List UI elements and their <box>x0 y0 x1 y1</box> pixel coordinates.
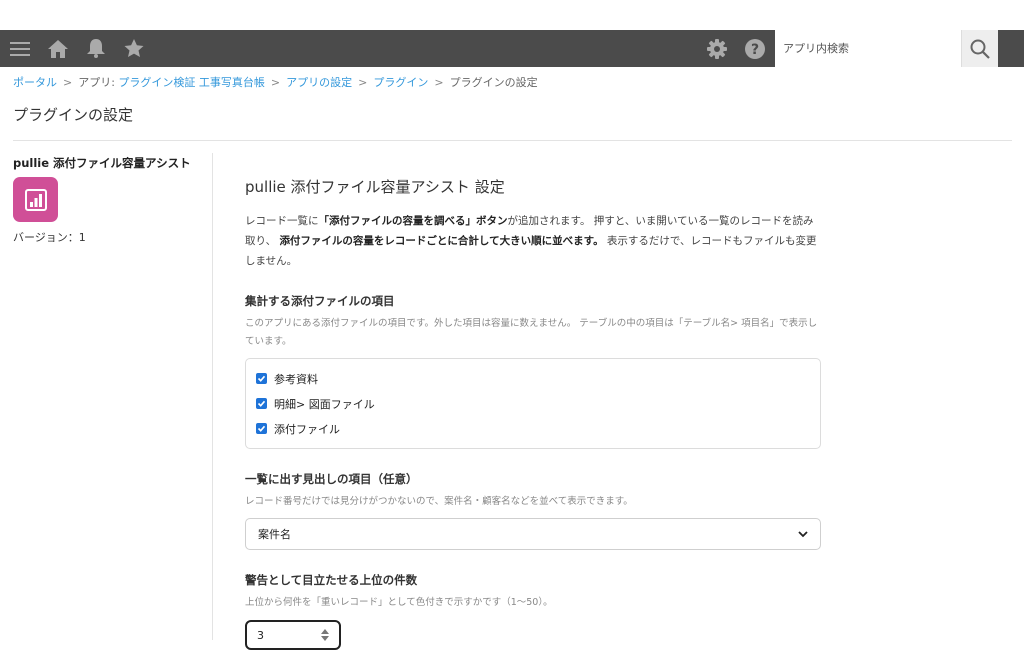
breadcrumb: ポータル > アプリ: プラグイン検証 工事写真台帳 > アプリの設定 > プラグイン > プラ… <box>13 74 538 90</box>
breadcrumb-portal[interactable]: ポータル <box>13 76 57 89</box>
breadcrumb-app[interactable]: プラグイン検証 工事写真台帳 <box>118 76 265 89</box>
help-icon[interactable]: ? <box>737 30 773 67</box>
attachment-fields-label: 集計する添付ファイルの項目 <box>245 294 395 308</box>
chevron-down-icon <box>798 530 808 537</box>
list-item[interactable]: 添付ファイル <box>256 416 810 441</box>
global-header: ? <box>0 30 1024 67</box>
title-divider <box>13 140 1012 141</box>
checkbox-label: 参考資料 <box>274 372 318 386</box>
heading-field-select[interactable]: 案件名 <box>245 518 821 550</box>
warning-count-help: 上位から何件を「重いレコード」として色付きで示すかです（1〜50）。 <box>245 597 553 608</box>
star-icon[interactable] <box>116 30 152 67</box>
breadcrumb-app-settings[interactable]: アプリの設定 <box>286 76 352 89</box>
arrow-up-icon[interactable] <box>321 629 329 634</box>
breadcrumb-plugins[interactable]: プラグイン <box>373 76 428 89</box>
heading-field-help: レコード番号だけでは見分けがつかないので、案件名・顧客名などを並べて表示できます… <box>245 496 633 507</box>
svg-text:?: ? <box>751 42 759 58</box>
checkbox-checked[interactable] <box>256 373 267 384</box>
desc-text: レコード一覧に <box>245 215 319 227</box>
breadcrumb-current: プラグインの設定 <box>449 76 538 89</box>
checkbox-checked[interactable] <box>256 398 267 409</box>
settings-form: pullie 添付ファイル容量アシスト 設定 レコード一覧に「添付ファイルの容量… <box>245 176 821 650</box>
breadcrumb-app-prefix: アプリ: <box>78 76 119 89</box>
attachment-fields-list: 参考資料 明細> 図面ファイル 添付ファイル <box>245 358 821 449</box>
home-icon[interactable] <box>40 30 76 67</box>
warning-count-input[interactable]: 3 <box>245 620 341 650</box>
bar-chart-icon <box>24 188 47 211</box>
menu-icon[interactable] <box>2 30 38 67</box>
list-item[interactable]: 参考資料 <box>256 366 810 391</box>
search-button[interactable] <box>961 30 998 67</box>
settings-description: レコード一覧に「添付ファイルの容量を調べる」ボタンが追加されます。 押すと、いま… <box>245 211 821 271</box>
checkbox-checked[interactable] <box>256 423 267 434</box>
warning-count-label: 警告として目立たせる上位の件数 <box>245 573 418 587</box>
settings-title: pullie 添付ファイル容量アシスト 設定 <box>245 178 505 196</box>
plugin-name: pullie 添付ファイル容量アシスト <box>13 156 191 170</box>
arrow-down-icon[interactable] <box>321 636 329 641</box>
plugin-version: バージョン：1 <box>13 231 86 244</box>
heading-field-label: 一覧に出す見出しの項目（任意） <box>245 472 418 486</box>
breadcrumb-separator: > <box>358 76 368 89</box>
breadcrumb-separator: > <box>434 76 444 89</box>
selected-value: 案件名 <box>258 528 291 541</box>
plugin-icon <box>13 177 58 222</box>
bell-icon[interactable] <box>78 30 114 67</box>
search-icon <box>970 39 990 59</box>
breadcrumb-separator: > <box>270 76 281 89</box>
app-search-input[interactable] <box>775 30 961 67</box>
desc-emphasis: 添付ファイルの容量をレコードごとに合計して大きい順に並べます。 <box>279 235 604 247</box>
spinner-arrows[interactable] <box>321 629 329 641</box>
gear-icon[interactable] <box>699 30 735 67</box>
top-spacer <box>0 0 1024 30</box>
page-title: プラグインの設定 <box>13 106 134 124</box>
checkbox-label: 明細> 図面ファイル <box>274 397 375 411</box>
checkbox-label: 添付ファイル <box>274 422 340 436</box>
attachment-fields-help: このアプリにある添付ファイルの項目です。外した項目は容量に数えません。 テーブル… <box>245 318 818 347</box>
breadcrumb-separator: > <box>63 76 73 89</box>
list-item[interactable]: 明細> 図面ファイル <box>256 391 810 416</box>
desc-button-name: 「添付ファイルの容量を調べる」ボタン <box>318 215 508 227</box>
sidebar-divider <box>212 153 213 640</box>
